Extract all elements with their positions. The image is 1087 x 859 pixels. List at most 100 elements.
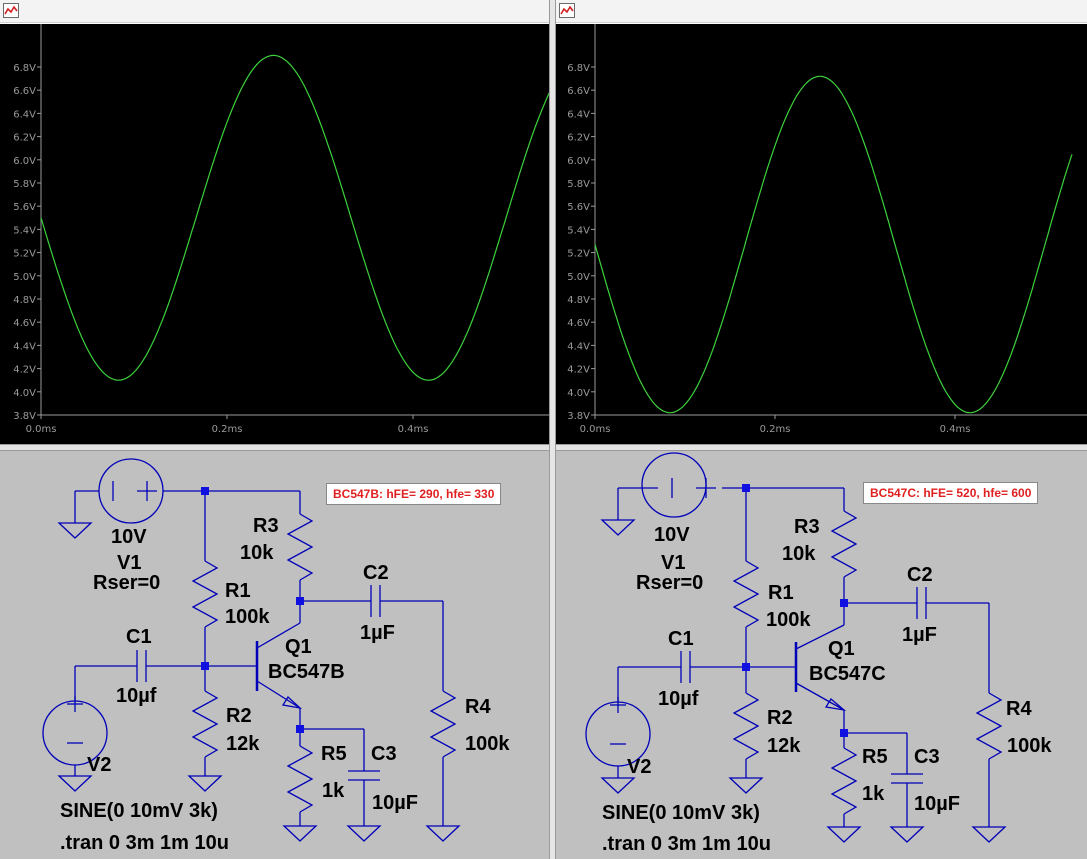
v1-name-label: V1 [117, 552, 142, 574]
y-tick-label: 5.6V [13, 202, 36, 213]
x-tick-label: 0.4ms [940, 424, 971, 435]
y-tick-label: 5.2V [567, 249, 590, 260]
v2-name-label: V2 [87, 754, 112, 776]
ground-symbol [600, 777, 636, 794]
waveform-window-icon[interactable] [559, 3, 575, 18]
r2-name-label: R2 [226, 705, 252, 727]
r1-resistor [191, 560, 219, 628]
waveform-svg: 6.8V 6.6V 6.4V 6.2V 6.0V 5.8V 5.6V 5.4V 5.2V 5.0V… [13, 24, 549, 435]
v1-rser-label: Rser=0 [636, 572, 704, 594]
spice-directive[interactable]: .tran 0 3m 1m 10u [602, 834, 771, 854]
r3-name-label: R3 [253, 515, 279, 537]
vertical-splitter[interactable] [549, 0, 556, 859]
ground-symbol [889, 826, 925, 843]
y-tick-label: 6.2V [13, 133, 36, 144]
y-tick-label: 4.0V [13, 388, 36, 399]
v2-name-label: V2 [627, 756, 652, 778]
v1-name-label: V1 [661, 552, 686, 574]
r1-value-label: 100k [225, 606, 270, 628]
ground-symbol [187, 775, 223, 792]
waveform-plot[interactable]: 6.8V 6.6V 6.4V 6.2V 6.0V 5.8V 5.6V 5.4V 5.2V 5.0V… [556, 24, 1087, 444]
q1-name-label: Q1 [828, 638, 855, 660]
y-tick-label: 4.6V [567, 318, 590, 329]
y-tick-label: 6.0V [567, 156, 590, 167]
x-tick-labels: 0.0ms 0.2ms 0.4ms [26, 415, 428, 435]
r4-name-label: R4 [1006, 698, 1032, 720]
ground-symbol [826, 826, 862, 843]
x-tick-label: 0.0ms [26, 424, 57, 435]
r3-resistor [286, 513, 314, 581]
r5-resistor [830, 747, 858, 815]
v1-rser-label: Rser=0 [93, 572, 161, 594]
ground-symbol [425, 825, 461, 842]
v2-source-label: SINE(0 10mV 3k) [60, 800, 218, 822]
r4-value-label: 100k [465, 733, 510, 755]
schematic-svg [42, 458, 461, 842]
r5-name-label: R5 [862, 746, 888, 768]
y-tick-label: 4.6V [13, 318, 36, 329]
voltage-trace [40, 54, 549, 381]
r3-name-label: R3 [794, 516, 820, 538]
r5-resistor [286, 745, 314, 813]
x-tick-label: 0.2ms [760, 424, 791, 435]
schematic-area[interactable]: BC547B: hFE= 290, hfe= 330 10V V1 Rser=0… [0, 451, 549, 859]
y-tick-label: 4.4V [567, 341, 590, 352]
schematic-svg-main [585, 478, 1007, 843]
ground-symbol [346, 825, 382, 842]
pane-splitter[interactable] [556, 444, 1087, 451]
y-tick-label: 4.8V [567, 295, 590, 306]
left-panel: 6.8V 6.6V 6.4V 6.2V 6.0V 5.8V 5.6V 5.4V 5.2V 5.0V… [0, 0, 549, 859]
c1-name-label: C1 [668, 628, 694, 650]
y-tick-label: 5.4V [567, 225, 590, 236]
r4-resistor [429, 690, 457, 758]
waveform-titlebar [0, 0, 549, 23]
v1-value-label: 10V [654, 524, 690, 546]
y-tick-label: 5.6V [567, 202, 590, 213]
y-tick-label: 5.8V [567, 179, 590, 190]
r5-name-label: R5 [321, 743, 347, 765]
y-tick-label: 6.8V [567, 63, 590, 74]
x-tick-labels: 0.0ms 0.2ms 0.4ms [580, 415, 971, 435]
v2-source-label: SINE(0 10mV 3k) [602, 802, 760, 824]
r3-value-label: 10k [782, 543, 816, 565]
y-tick-label: 4.2V [13, 365, 36, 376]
waveform-window-icon[interactable] [3, 3, 19, 18]
ground-symbol [57, 775, 93, 792]
c2-value-label: 1µF [360, 622, 395, 644]
y-tick-label: 6.4V [13, 109, 36, 120]
ground-symbol [600, 519, 636, 536]
pane-splitter[interactable] [0, 444, 549, 451]
y-tick-label: 6.6V [567, 86, 590, 97]
r2-name-label: R2 [767, 707, 793, 729]
y-tick-labels: 6.8V 6.6V 6.4V 6.2V 6.0V 5.8V 5.6V 5.4V 5.2V 5.0V… [567, 63, 595, 422]
r1-name-label: R1 [225, 580, 251, 602]
y-tick-label: 5.2V [13, 249, 36, 260]
schematic-area[interactable]: BC547C: hFE= 520, hfe= 600 10V V1 Rser=0… [556, 451, 1087, 859]
y-tick-label: 4.2V [567, 365, 590, 376]
c3-name-label: C3 [914, 746, 940, 768]
y-tick-label: 6.4V [567, 109, 590, 120]
y-tick-label: 3.8V [13, 411, 36, 422]
c1-value-label: 10µf [116, 685, 157, 707]
ground-symbol [971, 826, 1007, 843]
y-tick-labels: 6.8V 6.6V 6.4V 6.2V 6.0V 5.8V 5.6V 5.4V 5.2V 5.0V… [13, 63, 41, 422]
r1-name-label: R1 [768, 582, 794, 604]
c2-name-label: C2 [363, 562, 389, 584]
r3-resistor [830, 510, 858, 578]
spice-directive[interactable]: .tran 0 3m 1m 10u [60, 833, 229, 853]
c2-name-label: C2 [907, 564, 933, 586]
waveform-titlebar [556, 0, 1087, 23]
transistor-params-comment: BC547C: hFE= 520, hfe= 600 [863, 482, 1039, 504]
waveform-svg: 6.8V 6.6V 6.4V 6.2V 6.0V 5.8V 5.6V 5.4V 5.2V 5.0V… [567, 24, 1087, 435]
ground-symbol [282, 825, 318, 842]
x-tick-label: 0.0ms [580, 424, 611, 435]
q1-model-label: BC547B [268, 661, 345, 683]
plot-axes [594, 24, 1087, 416]
y-tick-label: 4.4V [13, 341, 36, 352]
waveform-plot[interactable]: 6.8V 6.6V 6.4V 6.2V 6.0V 5.8V 5.6V 5.4V 5.2V 5.0V… [0, 24, 549, 444]
ground-symbol [728, 777, 764, 794]
y-tick-label: 4.8V [13, 295, 36, 306]
y-tick-label: 6.6V [13, 86, 36, 97]
q1-name-label: Q1 [285, 636, 312, 658]
c1-value-label: 10µf [658, 688, 699, 710]
